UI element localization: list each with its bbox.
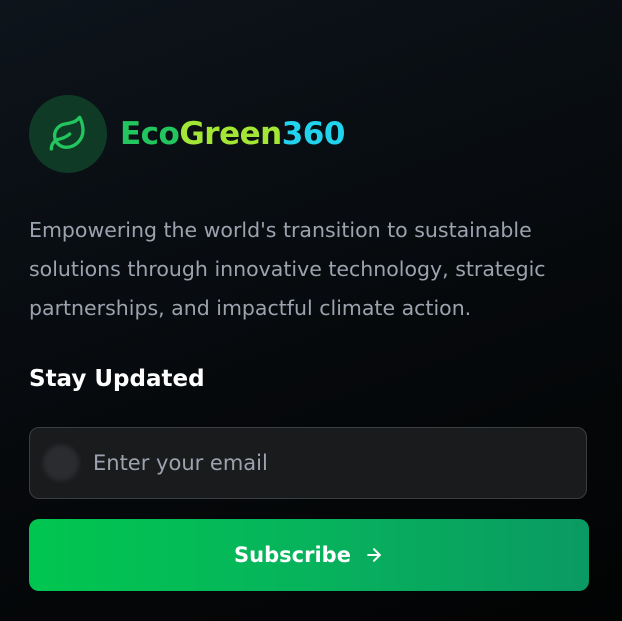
brand-logo — [29, 95, 107, 173]
leaf-icon — [49, 115, 85, 151]
subscribe-button[interactable]: Subscribe — [29, 519, 589, 591]
brand-name-eco: Eco — [120, 116, 180, 152]
email-input[interactable] — [91, 442, 586, 484]
brand-header: EcoGreen360 — [29, 95, 345, 173]
tagline: Empowering the world's transition to sus… — [29, 218, 546, 320]
brand-name-green: Green — [179, 116, 282, 152]
arrow-right-icon — [364, 545, 384, 565]
brand-name-number: 360 — [281, 116, 346, 152]
mail-icon — [43, 445, 79, 481]
email-field-container[interactable] — [29, 427, 587, 499]
brand-name: EcoGreen360 — [120, 116, 345, 152]
newsletter-heading: Stay Updated — [29, 366, 205, 392]
subscribe-label: Subscribe — [234, 543, 351, 567]
